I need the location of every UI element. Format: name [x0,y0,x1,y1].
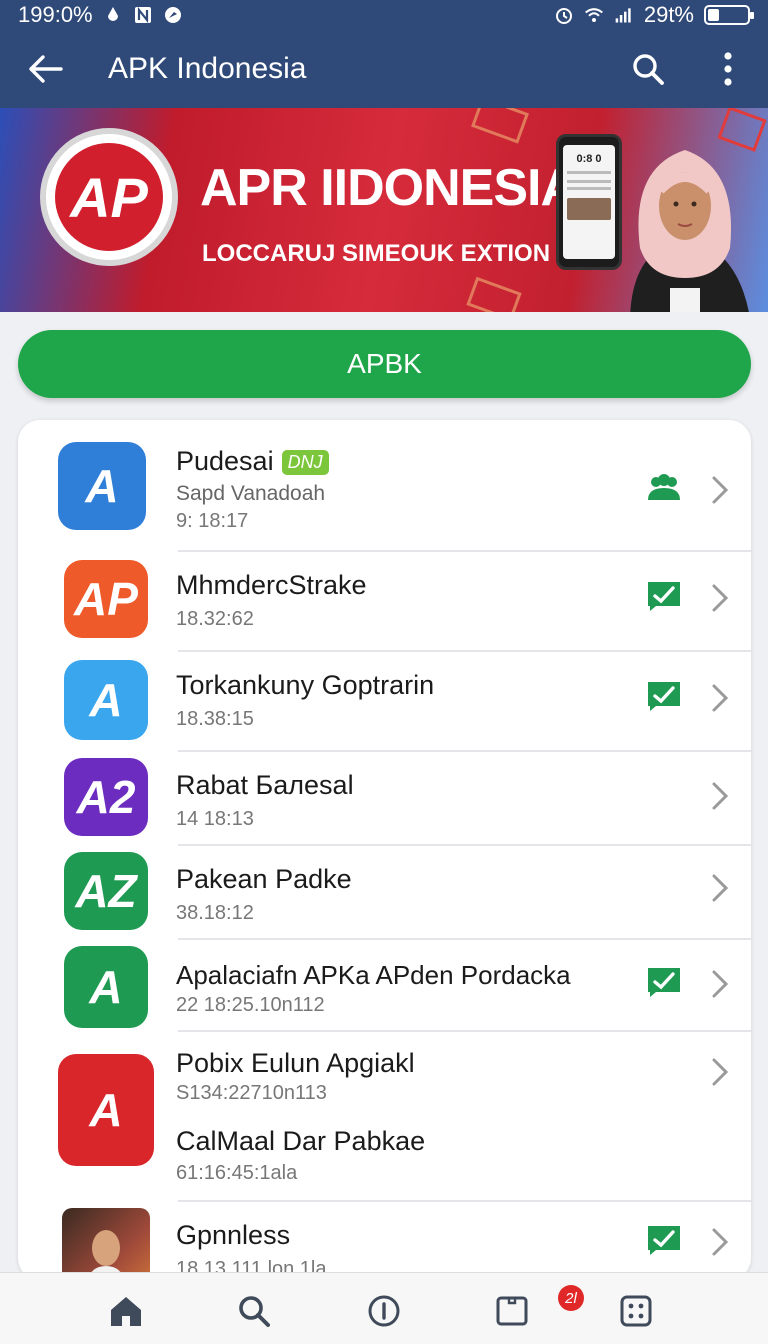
list-item[interactable]: A Pobix Eulun Apgiakl S134:22710n113 Cal… [18,1032,751,1202]
list-item[interactable]: A Pudesai DNJ Sapd Vanadoah 9: 18:17 [18,420,751,552]
blue-a-icon: A [58,442,146,530]
back-button[interactable] [0,30,90,108]
promo-banner[interactable]: AP APR IIDONESIA LOCCARUJ SIMEOUK EXTION… [0,108,768,312]
group-icon [648,474,680,500]
check-chat-icon [648,1226,680,1255]
app-subtitle: Sapd Vanadoah [176,482,326,505]
lightblue-a-icon: A [64,660,148,740]
phone-clock: 0:8 0 [576,153,602,165]
check-chat-icon [648,968,680,997]
app-name: MhmdercStrake [176,570,367,600]
chevron-right-icon [712,970,729,998]
list-item[interactable]: Gpnnless 18.13 111.lon 1la [18,1202,751,1280]
wifi-icon [584,8,603,23]
list-item[interactable]: A Apalaciafn APKa APden Pordacka 22 18:2… [18,940,751,1032]
app-time: 18.32:62 [176,608,254,630]
chevron-right-icon [712,874,729,902]
primary-download-button[interactable]: APBK [18,330,751,398]
nav-apps[interactable] [616,1291,656,1331]
app-name: Gpnnless [176,1220,291,1250]
orange-ap-icon: AP [64,560,148,638]
list-item[interactable]: A2 Rabat Балesal 14 18:13 [18,752,751,846]
status-time: 199:0% [18,2,93,27]
banner-headline: APR IIDONESIA [200,159,578,217]
chevron-right-icon [712,584,729,612]
app-badge: DNJ [281,450,329,476]
search-icon [239,1296,270,1327]
app-name: Apalaciafn APKa APden Pordacka [176,960,571,990]
compass-icon [164,7,181,23]
signal-icon [615,8,631,23]
back-arrow-icon [29,55,63,83]
status-bar: 199:0% 29t% [0,0,768,30]
app-time: S134:22710n113 [176,1082,327,1104]
page-title: APK Indonesia [108,52,307,85]
app-time: 38.18:12 [176,902,254,924]
alarm-icon [555,8,572,24]
app-bar: APK Indonesia [0,30,768,108]
more-options-button[interactable] [688,30,768,108]
notification-n-icon [134,6,151,24]
search-icon [633,54,664,85]
nav-home[interactable] [106,1291,146,1331]
chevron-right-icon [712,476,729,504]
check-chat-icon [648,582,680,611]
battery-percent: 29t% [643,2,694,27]
green-a-icon: A [64,946,148,1028]
tablet-icon [496,1296,528,1326]
banner-logo: AP [40,128,178,266]
drop-icon [107,7,118,21]
bottom-nav: 2l [0,1272,768,1344]
red-a-icon: A [58,1054,154,1166]
photo-thumbnail-icon [62,1208,150,1280]
app-name: Rabat Балesal [176,770,354,800]
person-thumbnail [87,1230,125,1280]
decor-shape [466,276,522,312]
check-chat-icon [648,682,680,711]
info-icon [368,1295,400,1327]
notification-badge: 2l [558,1285,584,1311]
app-time: 22 18:25.10n112 [176,994,325,1016]
list-item[interactable]: AP MhmdercStrake 18.32:62 [18,552,751,652]
app-name-secondary: CalMaal Dar Pabkae [176,1126,426,1156]
green-az-icon: AZ [64,852,148,930]
person-illustration [630,150,749,312]
list-item[interactable]: AZ Pakean Padke 38.18:12 [18,846,751,940]
app-time: 18.38:15 [176,708,254,730]
app-name: Pakean Padke [176,864,352,894]
purple-az-icon: A2 [64,758,148,836]
nav-tablet[interactable] [492,1291,532,1331]
nav-info[interactable] [364,1291,404,1331]
apps-grid-icon [620,1295,652,1327]
app-time: 9: 18:17 [176,510,249,532]
app-name: Pudesai [176,446,274,476]
chevron-right-icon [712,782,729,810]
search-button[interactable] [608,30,688,108]
app-name: Pobix Eulun Apgiakl [176,1048,415,1078]
nav-search[interactable] [234,1291,274,1331]
battery-icon [704,5,754,25]
app-time: 14 18:13 [176,808,254,830]
banner-subline: LOCCARUJ SIMEOUK EXTION [202,240,551,267]
app-list: A Pudesai DNJ Sapd Vanadoah 9: 18:17 AP M… [18,420,751,1280]
app-name: Torkankuny Goptrarin [176,670,435,700]
logo-text: AP [55,143,163,251]
decor-shape [471,108,529,144]
chevron-right-icon [712,684,729,712]
home-icon [111,1297,141,1326]
more-vert-icon [724,52,732,86]
app-time-secondary: 61:16:45:1ala [176,1162,298,1184]
chevron-right-icon [712,1058,729,1086]
list-item[interactable]: A Torkankuny Goptrarin 18.38:15 [18,652,751,752]
chevron-right-icon [712,1228,729,1256]
